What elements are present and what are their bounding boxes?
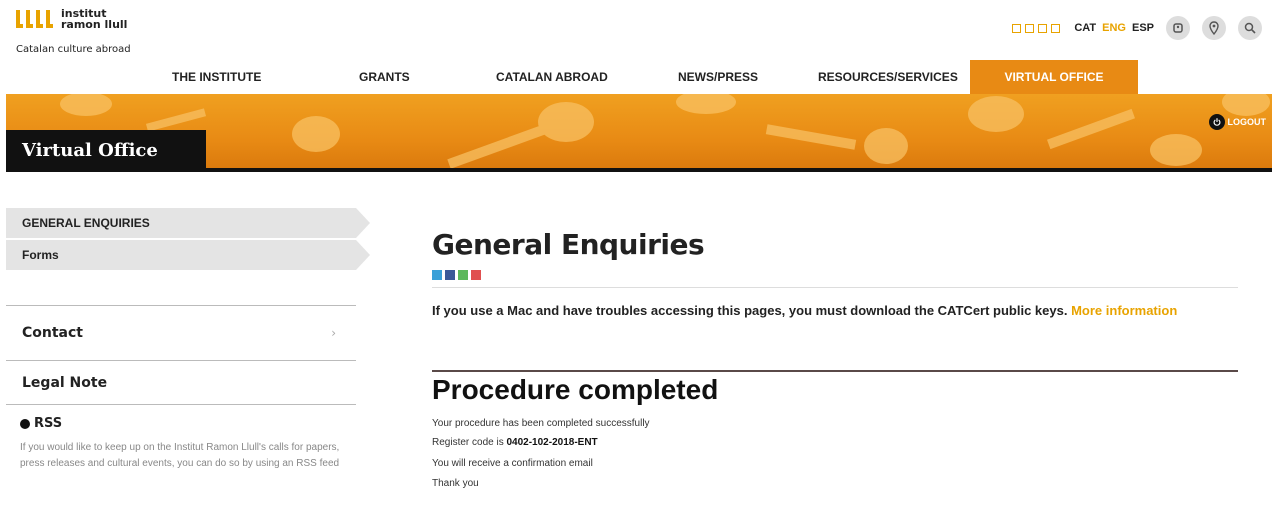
procedure-line: Your procedure has been completed succes…	[432, 418, 650, 429]
logo[interactable]: institut ramon llull	[16, 8, 127, 30]
divider	[432, 370, 1238, 372]
nav-the-institute[interactable]: THE INSTITUTE	[172, 60, 261, 94]
procedure-line: Thank you	[432, 478, 479, 489]
lang-eng[interactable]: ENG	[1102, 22, 1126, 34]
sidebar-item-forms[interactable]: Forms	[6, 240, 370, 270]
logout-button[interactable]: LOGOUT	[1208, 114, 1267, 130]
banner-title: Virtual Office	[6, 130, 206, 172]
power-icon	[1208, 114, 1225, 130]
rss-heading[interactable]: RSS	[20, 416, 62, 431]
nav-virtual-office[interactable]: VIRTUAL OFFICE	[970, 60, 1138, 94]
logo-text: institut ramon llull	[61, 8, 127, 30]
register-code-label: Register code is	[432, 437, 504, 448]
square-icon[interactable]	[1012, 23, 1022, 33]
top-utility-bar: CAT ENG ESP	[1012, 16, 1262, 40]
register-code: 0402-102-2018-ENT	[506, 437, 598, 448]
chevron-right-icon: ›	[331, 326, 336, 340]
nav-catalan-abroad[interactable]: CATALAN ABROAD	[496, 60, 608, 94]
logout-label: LOGOUT	[1227, 117, 1267, 127]
sidebar-link-contact[interactable]: Contact ›	[6, 305, 356, 360]
mac-note: If you use a Mac and have troubles acces…	[432, 302, 1222, 319]
banner: Virtual Office LOGOUT	[6, 94, 1272, 172]
rss-icon	[20, 418, 30, 429]
plus-icon[interactable]	[471, 270, 481, 280]
main-nav: THE INSTITUTE GRANTS CATALAN ABROAD NEWS…	[0, 60, 1276, 94]
divider	[432, 287, 1238, 288]
more-information-link[interactable]: More information	[1071, 303, 1177, 318]
sidebar-item-general-enquiries[interactable]: GENERAL ENQUIRIES	[6, 208, 370, 238]
font-size-squares	[1012, 23, 1061, 33]
share-buttons	[432, 270, 481, 280]
nav-news-press[interactable]: NEWS/PRESS	[678, 60, 758, 94]
logo-mark	[16, 10, 53, 28]
procedure-line: You will receive a confirmation email	[432, 458, 593, 469]
sidebar-link-label: Contact	[22, 325, 83, 341]
nav-grants[interactable]: GRANTS	[359, 60, 410, 94]
lang-cat[interactable]: CAT	[1074, 22, 1096, 34]
page-title: General Enquiries	[432, 228, 705, 261]
rss-title: RSS	[34, 416, 63, 431]
square-icon[interactable]	[1051, 23, 1061, 33]
logo-line2: ramon llull	[61, 18, 128, 31]
lang-esp[interactable]: ESP	[1132, 22, 1154, 34]
search-icon[interactable]	[1238, 16, 1262, 40]
nav-resources-services[interactable]: RESOURCES/SERVICES	[818, 60, 958, 94]
logo-tagline: Catalan culture abroad	[16, 44, 131, 55]
procedure-title: Procedure completed	[432, 374, 719, 405]
sidebar-link-label: Legal Note	[22, 374, 108, 391]
register-code-line: Register code is 0402-102-2018-ENT	[432, 437, 598, 448]
sidebar-link-legal-note[interactable]: Legal Note	[6, 360, 356, 405]
share-icon[interactable]	[458, 270, 468, 280]
mac-note-text: If you use a Mac and have troubles acces…	[432, 303, 1068, 318]
square-icon[interactable]	[1025, 23, 1035, 33]
facebook-icon[interactable]	[445, 270, 455, 280]
square-icon[interactable]	[1038, 23, 1048, 33]
accessibility-icon[interactable]	[1166, 16, 1190, 40]
rss-description: If you would like to keep up on the Inst…	[20, 442, 340, 469]
location-pin-icon[interactable]	[1202, 16, 1226, 40]
twitter-icon[interactable]	[432, 270, 442, 280]
